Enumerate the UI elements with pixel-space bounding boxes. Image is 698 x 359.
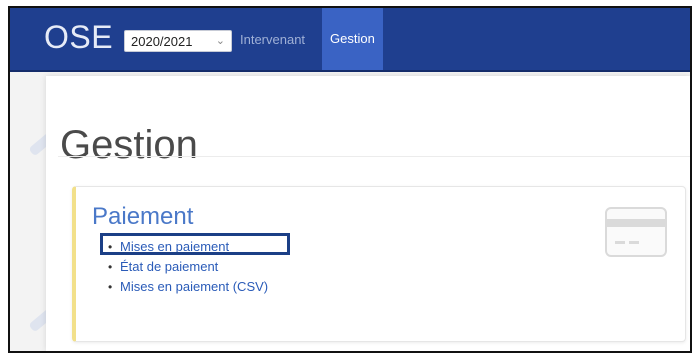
divider <box>58 156 690 157</box>
card-stripe <box>607 219 665 227</box>
link-etat-de-paiement[interactable]: État de paiement <box>108 257 268 277</box>
link-mises-en-paiement-csv[interactable]: Mises en paiement (CSV) <box>108 277 268 297</box>
highlight-box <box>100 233 290 255</box>
nav-gestion[interactable]: Gestion <box>322 8 383 70</box>
card-dash <box>629 241 639 244</box>
card-dash <box>615 241 625 244</box>
top-navbar: OSE 2020/2021 ⌄ Intervenant Gestion <box>10 8 690 72</box>
page-title: Gestion <box>60 122 198 167</box>
main-content: Gestion Paiement Mises en paiement État … <box>46 76 690 351</box>
nav-intervenant[interactable]: Intervenant <box>240 32 305 47</box>
chevron-down-icon: ⌄ <box>215 35 225 47</box>
app-brand[interactable]: OSE <box>44 19 113 56</box>
card-title[interactable]: Paiement <box>92 203 193 231</box>
paiement-card: Paiement Mises en paiement État de paiem… <box>72 186 686 342</box>
year-select-value: 2020/2021 <box>131 34 193 49</box>
credit-card-icon <box>605 207 667 257</box>
year-select[interactable]: 2020/2021 ⌄ <box>124 30 232 52</box>
screenshot-frame: OSE 2020/2021 ⌄ Intervenant Gestion Gest… <box>8 6 692 353</box>
